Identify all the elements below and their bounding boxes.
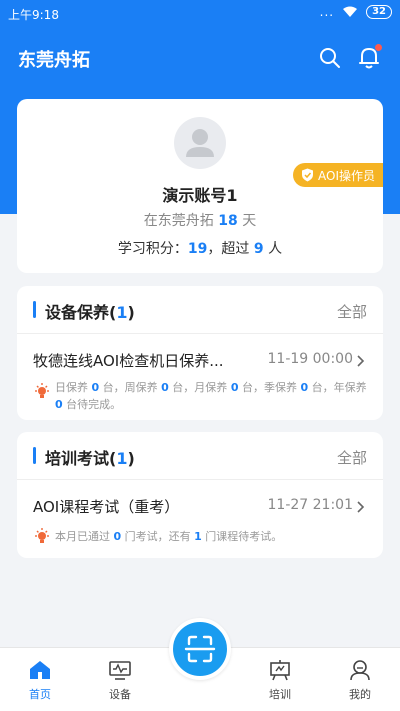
note-text: 台，年保养 <box>308 381 367 394</box>
maintenance-count: 1 <box>116 303 128 322</box>
tab-device[interactable]: 设备 <box>90 658 150 702</box>
battery-icon: 32 <box>366 5 392 19</box>
tenure-prefix: 在东莞舟拓 <box>143 213 214 229</box>
note-count: 0 <box>161 381 169 394</box>
training-task-title: AOI课程考试（重考） <box>33 498 180 516</box>
tab-home[interactable]: 首页 <box>10 658 70 702</box>
status-bar: 上午9:18 ... 32 <box>0 0 400 28</box>
maintenance-title-text: 设备保养 <box>45 303 110 322</box>
maintenance-note: 日保养 0 台，周保养 0 台，月保养 0 台，季保养 0 台，年保养 0 台待… <box>55 379 369 413</box>
chevron-right-icon <box>357 501 365 513</box>
scan-icon <box>184 635 216 663</box>
easel-icon <box>270 660 290 681</box>
note-count: 0 <box>300 381 309 394</box>
lightbulb-icon <box>35 528 49 543</box>
training-task-time: 11-27 21:01 <box>267 497 353 513</box>
section-accent-bar <box>33 301 36 318</box>
note-text: 日保养 <box>55 381 92 394</box>
maintenance-card: 设备保养(1) 全部 牧德连线AOI检查机日保养... 11-19 00:00 … <box>17 286 383 420</box>
status-time: 上午9:18 <box>8 8 59 22</box>
note-text: 台，季保养 <box>238 381 301 394</box>
rank-value: 9 <box>253 241 264 257</box>
training-title: 培训考试(1) <box>45 449 135 468</box>
note-count: 1 <box>194 530 202 543</box>
training-note: 本月已通过 0 门考试，还有 1 门课程待考试。 <box>55 528 369 545</box>
profile-card: 演示账号1 AOI操作员 在东莞舟拓 18 天 学习积分：19，超过 9 人 <box>17 99 383 273</box>
user-icon <box>350 660 370 681</box>
tenure-days: 18 <box>218 213 238 229</box>
note-text: 台待完成。 <box>62 398 122 411</box>
note-text: 本月已通过 <box>55 530 114 543</box>
tab-device-label: 设备 <box>109 688 131 701</box>
search-icon <box>320 48 340 68</box>
scan-button[interactable] <box>169 618 231 680</box>
monitor-icon <box>109 661 131 680</box>
more-dots-icon: ... <box>319 5 335 19</box>
note-count: 0 <box>55 398 63 411</box>
wifi-icon <box>342 6 358 18</box>
lightbulb-icon <box>35 383 49 398</box>
note-count: 0 <box>91 381 100 394</box>
shield-check-icon <box>302 168 314 182</box>
training-header: 培训考试(1) 全部 <box>17 432 383 480</box>
training-title-text: 培训考试 <box>45 449 110 468</box>
note-text: 台，周保养 <box>99 381 162 394</box>
points-value: 19 <box>187 241 208 257</box>
note-text: 门考试，还有 <box>121 530 195 543</box>
points-prefix: 学习积分： <box>117 241 188 257</box>
maintenance-title: 设备保养(1) <box>45 303 135 322</box>
maintenance-all-link[interactable]: 全部 <box>337 301 367 322</box>
note-count: 0 <box>113 530 122 543</box>
notification-button[interactable] <box>356 44 382 70</box>
training-card: 培训考试(1) 全部 AOI课程考试（重考） 11-27 21:01 本月已通过… <box>17 432 383 558</box>
training-all-link[interactable]: 全部 <box>337 447 367 468</box>
note-text: 门课程待考试。 <box>201 530 283 543</box>
points-mid: ，超过 <box>207 241 250 257</box>
role-badge: AOI操作员 <box>293 163 383 187</box>
home-icon <box>30 661 50 679</box>
chevron-right-icon <box>357 355 365 367</box>
avatar[interactable] <box>174 117 226 169</box>
note-text: 台，月保养 <box>168 381 231 394</box>
app-title: 东莞舟拓 <box>18 50 90 71</box>
tenure-text: 在东莞舟拓 18 天 <box>17 210 383 230</box>
tab-mine[interactable]: 我的 <box>330 658 390 702</box>
points-suffix: 人 <box>268 241 283 257</box>
tab-training-label: 培训 <box>269 688 291 701</box>
role-label: AOI操作员 <box>318 168 375 183</box>
search-button[interactable] <box>318 46 342 70</box>
section-accent-bar <box>33 447 36 464</box>
training-count: 1 <box>116 449 128 468</box>
user-icon <box>186 129 214 157</box>
tab-training[interactable]: 培训 <box>250 658 310 702</box>
status-icons: ... 32 <box>320 5 392 19</box>
maintenance-task-title: 牧德连线AOI检查机日保养... <box>33 352 224 370</box>
tab-mine-label: 我的 <box>349 688 371 701</box>
maintenance-task-time: 11-19 00:00 <box>267 351 353 367</box>
maintenance-header: 设备保养(1) 全部 <box>17 286 383 334</box>
points-text: 学习积分：19，超过 9 人 <box>17 238 383 258</box>
tab-home-label: 首页 <box>29 688 51 701</box>
tenure-suffix: 天 <box>242 213 257 229</box>
notification-dot <box>375 44 382 51</box>
